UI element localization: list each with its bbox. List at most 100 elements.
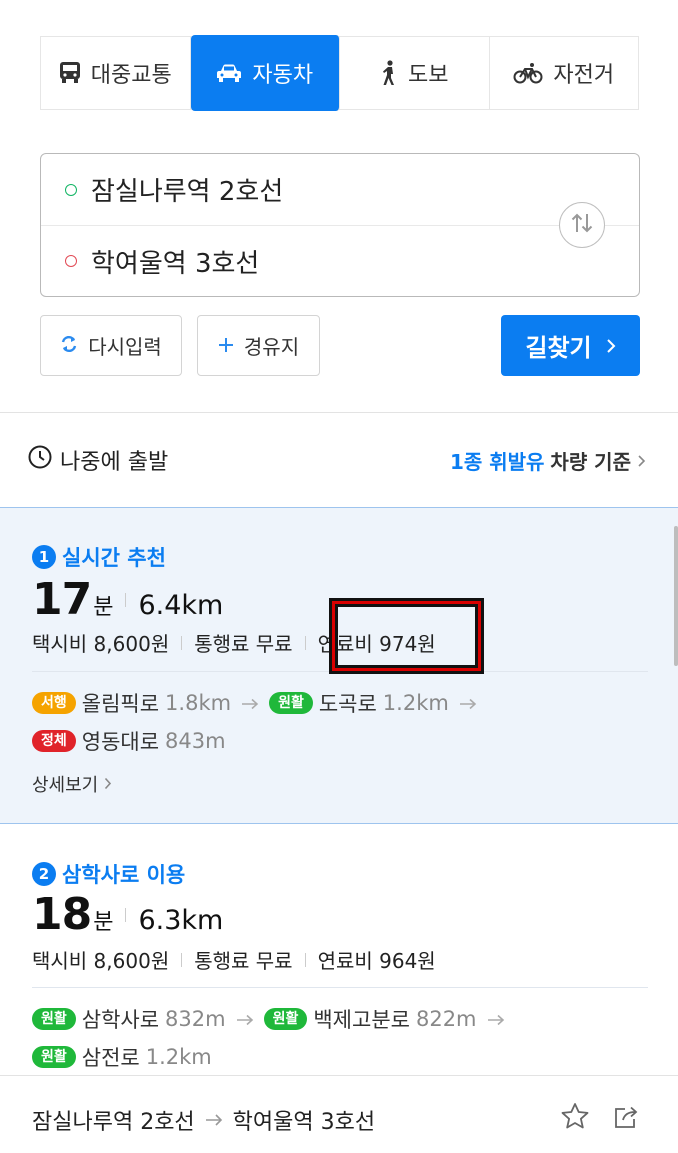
route-input-box: 잠실나루역 2호선 학여울역 3호선 xyxy=(40,153,640,297)
separator xyxy=(304,952,306,967)
fuel-cost: 연료비 964원 xyxy=(317,949,436,973)
traffic-badge-smooth: 원활 xyxy=(269,692,313,714)
route-time-distance: 18 분 6.3km xyxy=(32,889,223,940)
waypoint-label: 경유지 xyxy=(243,335,300,359)
segment-road: 삼전로 xyxy=(81,1046,140,1070)
fuel-type: 1종 휘발유 xyxy=(449,450,545,474)
reset-label: 다시입력 xyxy=(88,335,162,359)
scrollbar[interactable] xyxy=(674,526,678,666)
bike-icon xyxy=(513,62,543,84)
separator xyxy=(181,635,183,650)
arrow-right-icon xyxy=(487,1007,505,1031)
add-waypoint-button[interactable]: 경유지 xyxy=(197,315,320,376)
reset-button[interactable]: 다시입력 xyxy=(40,315,182,376)
bottom-route-summary: 잠실나루역 2호선 학여울역 3호선 xyxy=(32,1104,375,1136)
segment-length: 822m xyxy=(415,1007,477,1031)
detail-label: 상세보기 xyxy=(32,775,99,796)
tab-label: 대중교통 xyxy=(90,63,172,88)
search-label: 길찾기 xyxy=(525,334,592,362)
segment-road: 삼학사로 xyxy=(81,1008,160,1032)
bus-icon xyxy=(59,61,81,85)
taxi-fare: 택시비 8,600원 xyxy=(32,632,170,656)
origin-field[interactable]: 잠실나루역 2호선 xyxy=(41,154,639,225)
origin-dot-icon xyxy=(65,183,77,196)
arrow-right-icon xyxy=(241,691,259,715)
separator xyxy=(181,952,183,967)
segment-road: 올림픽로 xyxy=(81,692,160,716)
arrow-right-icon xyxy=(459,691,477,715)
depart-later-button[interactable]: 나중에 출발 xyxy=(28,444,168,476)
share-button[interactable] xyxy=(613,1104,641,1134)
route-distance: 6.4km xyxy=(138,590,224,621)
destination-field[interactable]: 학여울역 3호선 xyxy=(41,225,639,296)
search-route-button[interactable]: 길찾기 xyxy=(501,315,640,376)
share-icon xyxy=(613,1106,641,1134)
route-minutes-unit: 분 xyxy=(93,910,114,935)
route-title-text: 삼학사로 이용 xyxy=(62,863,186,887)
segment-length: 1.8km xyxy=(165,691,232,715)
bottom-origin: 잠실나루역 2호선 xyxy=(32,1110,195,1135)
chevron-right-icon xyxy=(104,774,112,795)
swap-button[interactable] xyxy=(559,202,605,248)
segment-road: 도곡로 xyxy=(318,692,377,716)
traffic-badge-smooth: 원활 xyxy=(32,1046,76,1068)
route-title: 1 실시간 추천 xyxy=(32,542,166,572)
separator xyxy=(304,635,306,650)
taxi-fare: 택시비 8,600원 xyxy=(32,949,170,973)
favorite-button[interactable] xyxy=(560,1102,590,1134)
view-details-link[interactable]: 상세보기 xyxy=(32,771,112,797)
route-rank-badge: 2 xyxy=(32,862,56,886)
chevron-right-icon xyxy=(606,332,616,360)
route-title: 2 삼학사로 이용 xyxy=(32,859,185,889)
segment-length: 843m xyxy=(165,729,226,753)
fuel-basis-selector[interactable]: 1종 휘발유 차량 기준 xyxy=(450,446,646,475)
route-segments-line-1: 서행 올림픽로 1.8km 원활 도곡로 1.2km xyxy=(32,688,481,718)
route-card-2[interactable]: 2 삼학사로 이용 18 분 6.3km 택시비 8,600원 통행료 무료 연… xyxy=(0,825,678,1075)
route-minutes: 18 xyxy=(32,889,92,940)
traffic-badge-smooth: 원활 xyxy=(263,1008,308,1030)
origin-text: 잠실나루역 2호선 xyxy=(91,177,284,207)
tab-public-transit[interactable]: 대중교통 xyxy=(41,37,191,109)
fuel-basis-suffix: 차량 기준 xyxy=(550,450,631,474)
tab-car[interactable]: 자동차 xyxy=(190,35,340,111)
separator xyxy=(125,907,127,922)
transport-mode-tabs: 대중교통 자동차 도보 자전거 xyxy=(40,35,639,111)
star-icon xyxy=(560,1103,590,1134)
arrow-right-icon xyxy=(236,1007,254,1031)
car-icon xyxy=(216,63,242,83)
arrow-right-icon xyxy=(205,1108,223,1133)
route-distance: 6.3km xyxy=(138,905,224,936)
destination-dot-icon xyxy=(65,255,77,267)
route-minutes: 17 xyxy=(32,574,92,625)
swap-arrows-icon xyxy=(570,212,594,238)
tab-label: 자전거 xyxy=(553,63,615,88)
segment-length: 1.2km xyxy=(382,691,449,715)
tab-bike[interactable]: 자전거 xyxy=(490,37,639,109)
route-segments-line-2: 원활 삼전로 1.2km xyxy=(32,1042,212,1072)
toll-fee: 통행료 무료 xyxy=(194,632,293,656)
traffic-badge-jam: 정체 xyxy=(32,730,76,752)
traffic-badge-slow: 서행 xyxy=(32,692,76,714)
destination-text: 학여울역 3호선 xyxy=(91,248,260,279)
tab-label: 자동차 xyxy=(252,63,314,88)
clock-icon xyxy=(28,445,52,475)
section-divider xyxy=(0,412,678,413)
route-title-text: 실시간 추천 xyxy=(62,546,166,570)
bottom-bar: 잠실나루역 2호선 학여울역 3호선 xyxy=(0,1075,678,1153)
card-divider xyxy=(32,987,648,988)
tab-walk[interactable]: 도보 xyxy=(340,37,490,109)
segment-length: 1.2km xyxy=(145,1045,212,1069)
route-segments-line-1: 원활 삼학사로 832m 원활 백제고분로 822m xyxy=(32,1004,509,1034)
segment-length: 832m xyxy=(165,1007,226,1031)
refresh-icon xyxy=(60,334,78,358)
route-minutes-unit: 분 xyxy=(93,595,114,620)
fuel-cost-highlight-box xyxy=(329,598,484,674)
segment-road: 백제고분로 xyxy=(313,1008,410,1032)
depart-label: 나중에 출발 xyxy=(60,450,169,475)
chevron-right-icon xyxy=(637,449,646,473)
walk-icon xyxy=(380,60,398,86)
traffic-badge-smooth: 원활 xyxy=(32,1008,76,1030)
separator xyxy=(125,592,127,607)
toll-fee: 통행료 무료 xyxy=(194,949,293,973)
route-segments-line-2: 정체 영동대로 843m xyxy=(32,726,226,756)
